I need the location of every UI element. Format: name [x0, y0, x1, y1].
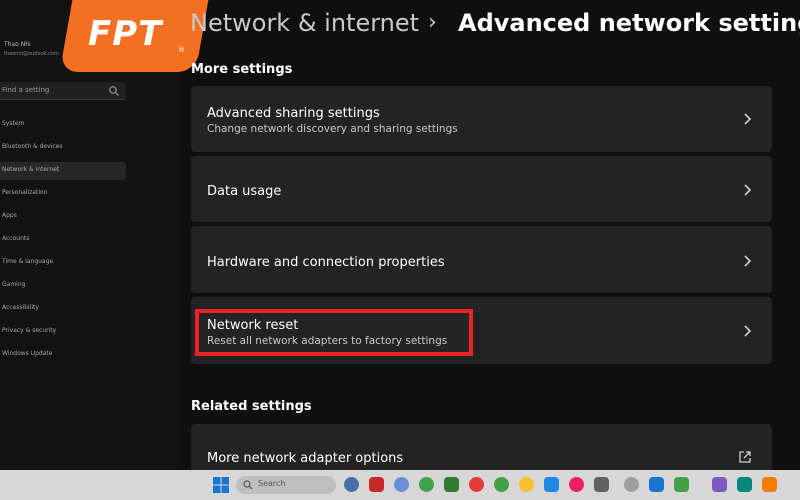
sidebar-item-label: System [2, 120, 25, 127]
user-name: Thao Nhi [4, 41, 31, 48]
sidebar-item-label: Accessibility [2, 304, 39, 311]
task-view-icon[interactable] [344, 477, 359, 492]
card-title: More network adapter options [207, 451, 404, 466]
taskbar-search-placeholder: Search [258, 479, 286, 488]
sidebar-item-label: Personalization [2, 189, 48, 196]
app-icon[interactable] [394, 477, 409, 492]
external-link-icon [739, 451, 751, 463]
windows-start-icon[interactable] [212, 476, 230, 494]
highlight-box [195, 309, 473, 356]
search-icon [109, 86, 119, 96]
sidebar-item-network[interactable]: Network & internet [0, 162, 126, 180]
app-icon[interactable] [369, 477, 384, 492]
sidebar-item-privacy[interactable]: Privacy & security [0, 323, 126, 341]
app-icon[interactable] [712, 477, 727, 492]
breadcrumb-separator: › [428, 10, 437, 35]
sidebar-item-bluetooth[interactable]: Bluetooth & devices [0, 139, 126, 157]
sidebar-item-personalization[interactable]: Personalization [0, 185, 126, 203]
hardware-connection-properties-card[interactable]: Hardware and connection properties [191, 226, 772, 293]
chrome-icon[interactable] [469, 477, 484, 492]
sidebar-item-label: Windows Update [2, 350, 53, 357]
sidebar-item-apps[interactable]: Apps [0, 208, 126, 226]
app-icon[interactable] [674, 477, 689, 492]
card-title: Data usage [207, 184, 282, 199]
app-icon[interactable] [444, 477, 459, 492]
card-subtitle: Change network discovery and sharing set… [207, 123, 458, 135]
chevron-right-icon [744, 255, 752, 267]
advanced-sharing-settings-card[interactable]: Advanced sharing settings Change network… [191, 86, 772, 152]
app-icon[interactable] [569, 477, 584, 492]
app-icon[interactable] [762, 477, 777, 492]
sidebar-item-windows-update[interactable]: Windows Update [0, 346, 126, 364]
card-title: Advanced sharing settings [207, 106, 380, 121]
chevron-right-icon [744, 113, 752, 125]
sidebar-item-time-language[interactable]: Time & language [0, 254, 126, 272]
app-icon[interactable] [544, 477, 559, 492]
sidebar-item-label: Accounts [2, 235, 30, 242]
sidebar-item-accounts[interactable]: Accounts [0, 231, 126, 249]
chrome-icon[interactable] [494, 477, 509, 492]
sidebar-item-label: Network & internet [2, 166, 60, 173]
user-email: thaonhi@outlook.com [4, 51, 59, 57]
chevron-right-icon [744, 325, 752, 337]
app-icon[interactable] [649, 477, 664, 492]
app-icon[interactable] [737, 477, 752, 492]
fpt-logo-registered-mark: ® [178, 46, 185, 54]
data-usage-card[interactable]: Data usage [191, 156, 772, 222]
sidebar-item-label: Bluetooth & devices [2, 143, 63, 150]
card-title: Hardware and connection properties [207, 255, 445, 270]
settings-search-input[interactable]: Find a setting [0, 82, 126, 100]
fpt-logo-text: FPT [88, 14, 163, 54]
section-heading-more-settings: More settings [191, 62, 293, 77]
sidebar-item-gaming[interactable]: Gaming [0, 277, 126, 295]
section-heading-related-settings: Related settings [191, 399, 312, 414]
app-icon[interactable] [419, 477, 434, 492]
sidebar-item-system[interactable]: System [0, 116, 126, 134]
app-icon[interactable] [624, 477, 639, 492]
search-placeholder: Find a setting [2, 86, 50, 94]
sidebar-item-label: Gaming [2, 281, 26, 288]
breadcrumb-parent-link[interactable]: Network & internet [190, 9, 419, 37]
page-title: Advanced network settings [458, 9, 800, 37]
more-network-adapter-options-card[interactable]: More network adapter options [191, 424, 772, 474]
sidebar-item-label: Privacy & security [2, 327, 57, 334]
sidebar-item-label: Apps [2, 212, 17, 219]
search-icon [243, 480, 253, 490]
sidebar-item-accessibility[interactable]: Accessibility [0, 300, 126, 318]
app-icon[interactable] [594, 477, 609, 492]
chevron-right-icon [744, 184, 752, 196]
chrome-icon[interactable] [519, 477, 534, 492]
sidebar-item-label: Time & language [2, 258, 54, 265]
taskbar-search-input[interactable]: Search [236, 476, 336, 494]
